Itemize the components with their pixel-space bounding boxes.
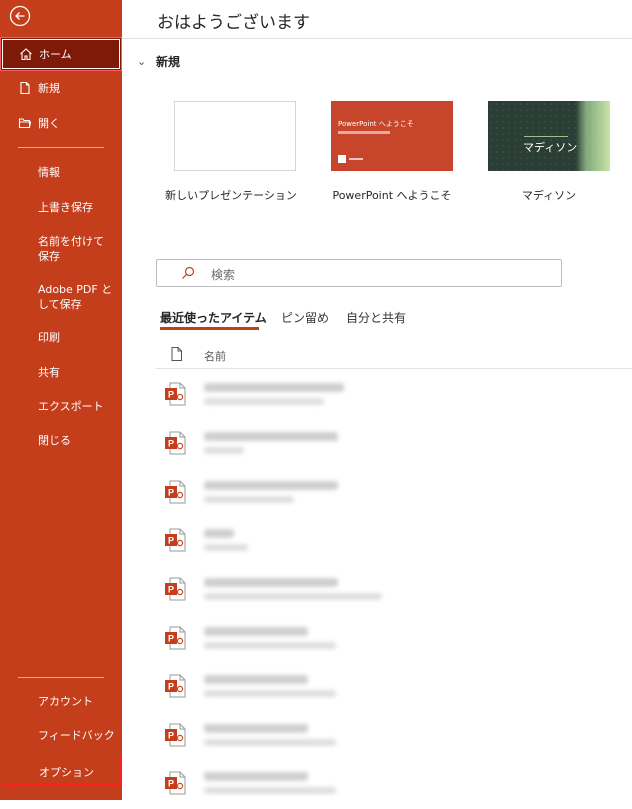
home-icon [20, 48, 32, 61]
backstage-sidebar: ホーム 新規 開く 情報 上書き保存 名前を付けて保存 Adobe PDF とし… [0, 0, 122, 800]
greeting-title: おはようございます [157, 13, 310, 33]
nav-home[interactable]: ホーム [0, 37, 122, 71]
thumb-logo-text-line [349, 158, 363, 160]
svg-text:P: P [168, 439, 174, 449]
nav-options-label: オプション [39, 766, 94, 779]
search-box[interactable]: 検索 [156, 259, 562, 287]
svg-text:P: P [168, 488, 174, 498]
header-divider [156, 368, 632, 369]
recent-file-row[interactable]: P [156, 419, 632, 469]
recent-file-row[interactable]: P [156, 759, 632, 809]
file-path-obscured [204, 544, 248, 551]
powerpoint-file-icon: P [165, 382, 186, 406]
nav-home-label: ホーム [39, 48, 72, 61]
powerpoint-file-icon: P [165, 528, 186, 552]
nav-info[interactable]: 情報 [38, 165, 118, 180]
folder-icon [18, 118, 32, 129]
search-placeholder: 検索 [211, 268, 236, 282]
recent-file-row[interactable]: P [156, 565, 632, 615]
file-path-obscured [204, 690, 336, 697]
file-name-obscured [204, 675, 308, 684]
file-name-obscured [204, 529, 234, 538]
file-name-obscured [204, 578, 338, 587]
file-path-obscured [204, 496, 294, 503]
recent-file-row[interactable]: P [156, 662, 632, 712]
svg-text:P: P [168, 682, 174, 692]
svg-text:P: P [168, 779, 174, 789]
nav-new[interactable]: 新規 [0, 74, 122, 102]
recent-file-row[interactable]: P [156, 614, 632, 664]
powerpoint-file-icon: P [165, 674, 186, 698]
file-name-obscured [204, 481, 338, 490]
nav-overwrite-save[interactable]: 上書き保存 [38, 200, 118, 215]
file-name-obscured [204, 627, 308, 636]
powerpoint-file-icon: P [165, 480, 186, 504]
nav-options[interactable]: オプション [1, 755, 121, 785]
svg-text:P: P [168, 390, 174, 400]
powerpoint-file-icon: P [165, 626, 186, 650]
powerpoint-file-icon: P [165, 577, 186, 601]
template-blank-presentation[interactable] [174, 101, 296, 171]
file-path-obscured [204, 398, 324, 405]
template-welcome-thumb-title: PowerPoint へようこそ [338, 120, 414, 128]
thumb-subtitle-line [338, 131, 390, 134]
file-name-obscured [204, 772, 308, 781]
template-madison[interactable]: マディソン [488, 101, 610, 171]
template-welcome-powerpoint[interactable]: PowerPoint へようこそ [331, 101, 453, 171]
template-madison-caption: マディソン [521, 189, 577, 202]
nav-new-label: 新規 [38, 82, 60, 95]
file-path-obscured [204, 739, 336, 746]
nav-feedback[interactable]: フィードバック [38, 728, 118, 743]
recent-file-row[interactable]: P [156, 468, 632, 518]
nav-account[interactable]: アカウント [38, 694, 118, 709]
svg-text:P: P [168, 536, 174, 546]
back-arrow-icon[interactable] [9, 5, 31, 27]
active-tab-indicator [160, 327, 259, 330]
nav-print[interactable]: 印刷 [38, 330, 118, 345]
name-column-header[interactable]: 名前 [204, 348, 226, 364]
thumb-rule [524, 136, 568, 137]
nav-share[interactable]: 共有 [38, 365, 118, 380]
new-file-icon [20, 81, 30, 95]
nav-open[interactable]: 開く [0, 109, 122, 137]
svg-text:P: P [168, 731, 174, 741]
recent-file-row[interactable]: P [156, 370, 632, 420]
collapse-chevron-icon[interactable]: ⌄ [137, 55, 146, 68]
template-welcome-caption: PowerPoint へようこそ [332, 189, 452, 202]
file-path-obscured [204, 593, 382, 600]
nav-close[interactable]: 閉じる [38, 433, 118, 448]
template-madison-thumb-title: マディソン [523, 141, 578, 154]
sidebar-divider-bottom [18, 677, 104, 678]
powerpoint-file-icon: P [165, 431, 186, 455]
nav-export[interactable]: エクスポート [38, 399, 118, 414]
file-path-obscured [204, 447, 244, 454]
file-type-icon [171, 347, 182, 361]
tab-recent[interactable]: 最近使ったアイテム [160, 309, 267, 326]
powerpoint-logo-icon [338, 155, 346, 163]
nav-save-as[interactable]: 名前を付けて保存 [38, 234, 114, 264]
new-section-title: 新規 [156, 55, 181, 69]
svg-text:P: P [168, 634, 174, 644]
sidebar-divider [18, 147, 104, 148]
tab-pinned[interactable]: ピン留め [281, 309, 329, 326]
file-name-obscured [204, 724, 308, 733]
nav-open-label: 開く [38, 117, 60, 130]
powerpoint-file-icon: P [165, 723, 186, 747]
nav-save-as-pdf[interactable]: Adobe PDF として保存 [38, 282, 116, 312]
search-icon [182, 266, 195, 279]
tab-shared[interactable]: 自分と共有 [346, 309, 406, 326]
file-name-obscured [204, 383, 344, 392]
file-name-obscured [204, 432, 338, 441]
recent-file-row[interactable]: P [156, 516, 632, 566]
file-path-obscured [204, 787, 336, 794]
template-blank-caption: 新しいプレゼンテーション [165, 189, 297, 202]
svg-text:P: P [168, 585, 174, 595]
file-path-obscured [204, 642, 336, 649]
powerpoint-file-icon: P [165, 771, 186, 795]
recent-file-row[interactable]: P [156, 711, 632, 761]
